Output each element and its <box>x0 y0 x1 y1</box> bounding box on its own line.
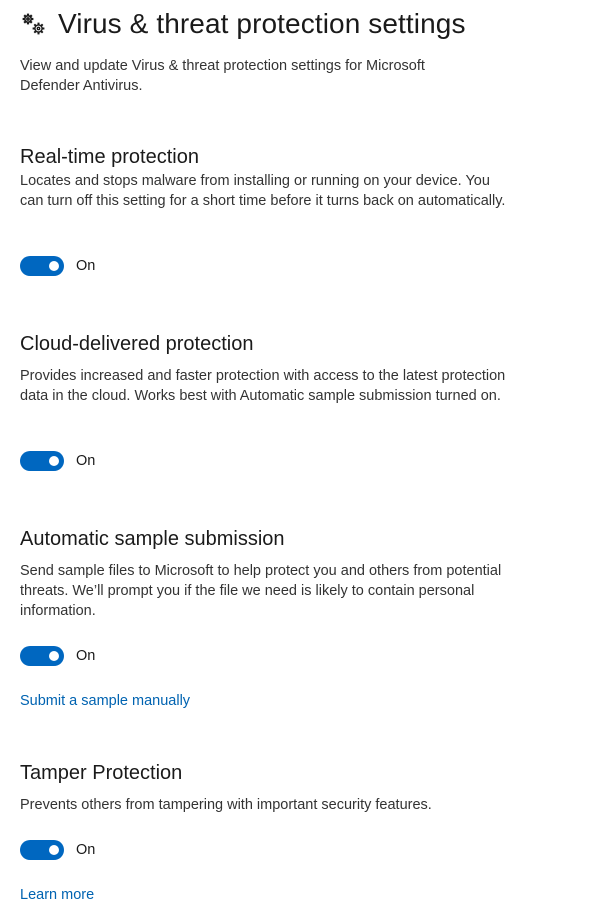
gear-icon <box>20 10 48 38</box>
page-header: Virus & threat protection settings <box>20 8 466 40</box>
tamper-protection-toggle[interactable]: On <box>20 840 95 860</box>
toggle-switch[interactable] <box>20 646 64 666</box>
real-time-protection-toggle[interactable]: On <box>20 256 95 276</box>
toggle-knob <box>49 651 59 661</box>
page-title: Virus & threat protection settings <box>58 8 466 39</box>
toggle-knob <box>49 261 59 271</box>
cloud-delivered-protection-toggle[interactable]: On <box>20 451 95 471</box>
toggle-state-label: On <box>76 648 96 664</box>
section-title-tamper-protection: Tamper Protection <box>20 762 183 784</box>
section-description-cloud-delivered-protection: Provides increased and faster protection… <box>20 368 506 404</box>
section-description-automatic-sample-submission: Send sample files to Microsoft to help p… <box>20 563 502 619</box>
toggle-knob <box>49 845 59 855</box>
section-title-real-time-protection: Real-time protection <box>20 146 199 168</box>
page-intro: View and update Virus & threat protectio… <box>20 58 425 94</box>
learn-more-link[interactable]: Learn more <box>20 887 94 903</box>
toggle-switch[interactable] <box>20 840 64 860</box>
toggle-switch[interactable] <box>20 256 64 276</box>
toggle-switch[interactable] <box>20 451 64 471</box>
toggle-knob <box>49 456 59 466</box>
toggle-state-label: On <box>76 453 96 469</box>
submit-sample-manually-link[interactable]: Submit a sample manually <box>20 693 190 709</box>
section-description-real-time-protection: Locates and stops malware from installin… <box>20 173 506 209</box>
automatic-sample-submission-toggle[interactable]: On <box>20 646 95 666</box>
toggle-state-label: On <box>76 842 96 858</box>
toggle-state-label: On <box>76 258 96 274</box>
section-title-cloud-delivered-protection: Cloud-delivered protection <box>20 333 254 355</box>
section-title-automatic-sample-submission: Automatic sample submission <box>20 528 285 550</box>
section-description-tamper-protection: Prevents others from tampering with impo… <box>20 797 432 813</box>
